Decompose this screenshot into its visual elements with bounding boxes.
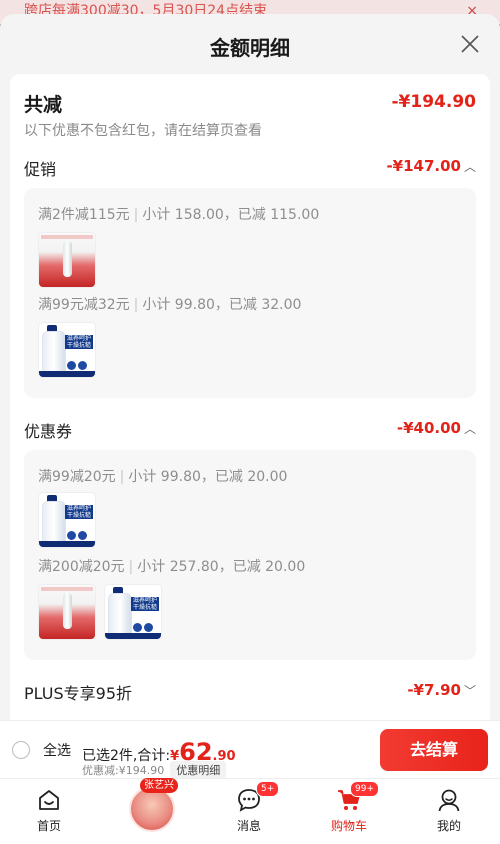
cart-badge: 99+ xyxy=(350,781,379,797)
messages-badge: 5+ xyxy=(256,781,280,797)
rule-detail: 小计 257.80，已减 20.00 xyxy=(137,559,306,575)
select-all-radio[interactable] xyxy=(12,741,30,759)
product-thumbnail-dove[interactable]: 滋养呵护 干燥抗糙 xyxy=(104,584,162,640)
product-thumbnail-red[interactable] xyxy=(38,584,96,640)
separator: | xyxy=(128,559,134,575)
product-label: 滋养呵护 干燥抗糙 xyxy=(65,335,93,349)
bottle-shape xyxy=(63,593,72,629)
package-band xyxy=(39,371,95,377)
close-icon[interactable] xyxy=(460,34,480,54)
product-label: 滋养呵护 干燥抗糙 xyxy=(131,597,159,611)
bottle-shape xyxy=(42,331,66,375)
promo-rule-2: 满99元减32元 | 小计 99.80，已减 32.00 xyxy=(38,294,301,314)
separator: | xyxy=(133,207,139,223)
plus-section-amount: -¥7.90 ﹀ xyxy=(407,681,476,699)
chevron-up-icon: ︿ xyxy=(463,422,476,436)
promo-section-header[interactable]: 促销 -¥147.00 ︿ xyxy=(24,156,476,180)
coupon-section-header[interactable]: 优惠券 -¥40.00 ︿ xyxy=(24,418,476,442)
total-discount-row: 共减 -¥194.90 xyxy=(24,90,476,118)
tab-home[interactable]: 首页 xyxy=(14,779,84,844)
detail-card: 共减 -¥194.90 以下优惠不包含红包，请在结算页查看 促销 -¥147.0… xyxy=(10,74,490,720)
checkout-button[interactable]: 去结算 xyxy=(380,729,488,771)
promo-tag: 张艺兴 xyxy=(140,778,178,793)
tab-label: 我的 xyxy=(436,819,461,833)
home-icon xyxy=(39,790,59,810)
plus-amount-text: -¥7.90 xyxy=(407,681,461,699)
feature-dots xyxy=(67,355,93,370)
promo-section-label: 促销 xyxy=(24,160,57,179)
discount-detail-button[interactable]: 优惠明细 xyxy=(170,761,227,779)
package-band xyxy=(39,541,95,547)
chevron-down-icon: ﹀ xyxy=(463,684,476,698)
rule-text: 满2件减115元 xyxy=(38,207,130,223)
discount-note: 以下优惠不包含红包，请在结算页查看 xyxy=(24,123,262,139)
tab-label: 消息 xyxy=(236,819,261,833)
product-thumbnail-dove[interactable]: 滋养呵护 干燥抗糙 xyxy=(38,322,96,378)
tab-messages[interactable]: 5+ 消息 xyxy=(214,779,284,844)
discount-text: 优惠减:¥194.90 xyxy=(82,764,165,777)
rule-detail: 小计 99.80，已减 32.00 xyxy=(142,297,302,313)
rule-detail: 小计 99.80，已减 20.00 xyxy=(128,469,288,485)
discount-summary: 优惠减:¥194.90 优惠明细 xyxy=(82,761,227,779)
rule-detail: 小计 158.00，已减 115.00 xyxy=(142,207,320,223)
separator: | xyxy=(133,297,139,313)
select-all-label[interactable]: 全选 xyxy=(43,740,71,760)
bottle-shape xyxy=(42,501,66,545)
rule-text: 满99元减32元 xyxy=(38,297,130,313)
package-top-band xyxy=(41,235,93,239)
chevron-up-icon: ︿ xyxy=(463,160,476,174)
product-thumbnail-red[interactable] xyxy=(38,232,96,288)
coupon-section-label: 优惠券 xyxy=(24,422,73,441)
coupon-rule-2: 满200减20元 | 小计 257.80，已减 20.00 xyxy=(38,556,305,576)
package-top-band xyxy=(41,587,93,591)
bottle-shape xyxy=(63,241,72,277)
amount-detail-sheet: 金额明细 共减 -¥194.90 以下优惠不包含红包，请在结算页查看 促销 -¥… xyxy=(0,14,500,720)
feature-dots xyxy=(133,617,159,632)
tab-label: 购物车 xyxy=(330,819,367,833)
promo-rule-1: 满2件减115元 | 小计 158.00，已减 115.00 xyxy=(38,204,319,224)
product-thumbnail-dove[interactable]: 滋养呵护 干燥抗糙 xyxy=(38,492,96,548)
sheet-title: 金额明细 xyxy=(210,36,290,60)
tab-profile[interactable]: 我的 xyxy=(414,779,484,844)
user-icon xyxy=(438,789,460,812)
tab-cart[interactable]: 99+ 购物车 xyxy=(314,779,384,844)
package-band xyxy=(105,633,161,639)
coupon-amount-text: -¥40.00 xyxy=(396,419,461,437)
checkout-bar: 全选 已选2件,合计:¥62.90 优惠减:¥194.90 优惠明细 去结算 xyxy=(0,720,500,779)
bottle-shape xyxy=(108,593,132,637)
plus-section-label: PLUS专享95折 xyxy=(24,684,132,703)
bottom-tab-bar: 首页 5+ 消息 99+ 购物车 我的 xyxy=(0,778,500,844)
feature-dots xyxy=(67,525,93,540)
plus-section-header[interactable]: PLUS专享95折 -¥7.90 ﹀ xyxy=(24,680,476,704)
rule-text: 满99减20元 xyxy=(38,469,116,485)
total-discount-amount: -¥194.90 xyxy=(391,92,477,112)
rule-text: 满200减20元 xyxy=(38,559,125,575)
coupon-panel: 满99减20元 | 小计 99.80，已减 20.00 滋养呵护 干燥抗糙 满200… xyxy=(24,450,476,660)
promo-panel: 满2件减115元 | 小计 158.00，已减 115.00 满99元减32元 | 小计… xyxy=(24,188,476,398)
tab-label: 首页 xyxy=(36,819,61,833)
promo-amount-text: -¥147.00 xyxy=(386,157,461,175)
promo-section-amount: -¥147.00 ︿ xyxy=(386,157,476,175)
product-label: 滋养呵护 干燥抗糙 xyxy=(65,505,93,519)
separator: | xyxy=(119,469,125,485)
coupon-rule-1: 满99减20元 | 小计 99.80，已减 20.00 xyxy=(38,466,287,486)
total-discount-label: 共减 xyxy=(24,94,63,116)
coupon-section-amount: -¥40.00 ︿ xyxy=(397,419,476,437)
